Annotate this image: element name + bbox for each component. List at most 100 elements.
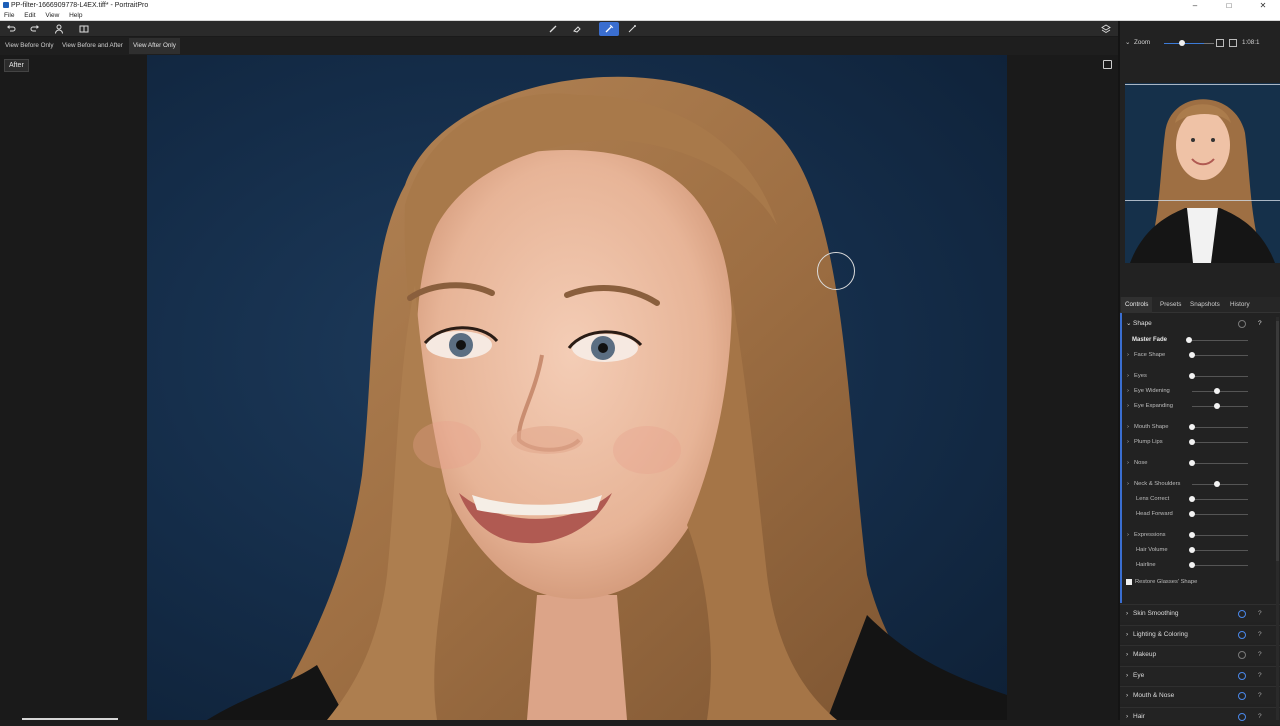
help-icon[interactable]: ? [1258,605,1262,623]
slider-track[interactable] [1192,463,1248,464]
slider-row-neck-shoulders[interactable]: › Neck & Shoulders [1120,478,1280,490]
chevron-right-icon[interactable]: › [1127,349,1129,361]
chevron-right-icon[interactable]: › [1126,626,1128,644]
slider-row-hair-volume[interactable]: Hair Volume [1120,544,1280,556]
tab-view-after-only[interactable]: View After Only [129,38,180,54]
tab-controls[interactable]: Controls [1121,297,1153,313]
chevron-right-icon[interactable]: › [1127,400,1129,412]
zoom-actual-size-icon[interactable] [1229,39,1237,47]
slider-row-master-fade[interactable]: Master Fade [1120,334,1280,346]
help-icon[interactable]: ? [1258,667,1262,685]
panel-scrollbar-thumb[interactable] [1276,321,1279,561]
tab-presets[interactable]: Presets [1156,297,1185,313]
slider-row-nose[interactable]: › Nose [1120,457,1280,469]
slider-track[interactable] [1192,484,1248,485]
chevron-down-icon[interactable]: ⌄ [1125,37,1130,49]
slider-track[interactable] [1192,499,1248,500]
slider-knob[interactable] [1188,460,1195,466]
slider-knob[interactable] [1188,532,1195,538]
chevron-right-icon[interactable]: › [1127,385,1129,397]
help-icon[interactable]: ? [1258,708,1262,726]
slider-knob[interactable] [1214,403,1220,409]
undo-icon[interactable] [3,22,19,36]
redo-icon[interactable] [27,22,43,36]
slider-row-eye-expanding[interactable]: › Eye Expanding [1120,400,1280,412]
chevron-right-icon[interactable]: › [1126,646,1128,664]
slider-row-head-forward[interactable]: Head Forward [1120,508,1280,520]
power-toggle-icon[interactable] [1238,651,1246,659]
slider-row-lens-correct[interactable]: Lens Correct [1120,493,1280,505]
tab-view-before-and-after[interactable]: View Before and After [58,38,127,54]
slider-row-hairline[interactable]: Hairline [1120,559,1280,571]
chevron-right-icon[interactable]: › [1127,370,1129,382]
slider-row-expressions[interactable]: › Expressions [1120,529,1280,541]
chevron-right-icon[interactable]: › [1126,708,1128,726]
compare-icon[interactable] [76,22,92,36]
zoom-fit-icon[interactable] [1216,39,1224,47]
section-skin-smoothing[interactable]: › Skin Smoothing? [1120,604,1280,622]
slider-track[interactable] [1192,442,1248,443]
slider-knob[interactable] [1214,481,1220,487]
section-lighting-coloring[interactable]: › Lighting & Coloring? [1120,625,1280,643]
tab-view-before-only[interactable]: View Before Only [1,38,58,54]
slider-knob[interactable] [1188,424,1195,430]
slider-track[interactable] [1192,376,1248,377]
portrait-photo[interactable] [147,55,1007,720]
help-icon[interactable]: ? [1258,646,1262,664]
power-toggle-icon[interactable] [1238,692,1246,700]
slider-knob[interactable] [1186,337,1192,343]
slider-track[interactable] [1192,565,1248,566]
power-toggle-icon[interactable] [1238,631,1246,639]
pen-icon[interactable] [624,22,640,36]
slider-knob[interactable] [1188,373,1195,379]
restore-glasses-checkbox[interactable]: Restore Glasses' Shape [1126,577,1276,587]
zoom-slider-rest[interactable] [1204,43,1214,44]
tab-history[interactable]: History [1226,297,1254,313]
slider-track[interactable] [1192,355,1248,356]
close-button[interactable]: ✕ [1246,0,1280,11]
power-toggle-icon[interactable] [1238,672,1246,680]
shape-reset-icon[interactable] [1238,320,1246,328]
chevron-right-icon[interactable]: › [1126,687,1128,705]
section-mouth-nose[interactable]: › Mouth & Nose? [1120,686,1280,704]
menu-edit[interactable]: Edit [24,11,35,21]
slider-knob[interactable] [1188,352,1195,358]
layers-icon[interactable] [1098,22,1114,36]
slider-row-mouth-shape[interactable]: › Mouth Shape [1120,421,1280,433]
slider-knob[interactable] [1188,562,1195,568]
menu-file[interactable]: File [4,11,14,21]
chevron-right-icon[interactable]: › [1126,605,1128,623]
slider-track[interactable] [1192,340,1248,341]
slider-track[interactable] [1192,427,1248,428]
chevron-right-icon[interactable]: › [1127,436,1129,448]
zoom-slider-knob[interactable] [1179,40,1185,46]
tab-snapshots[interactable]: Snapshots [1186,297,1224,313]
shape-help-icon[interactable]: ? [1258,317,1262,331]
slider-row-eyes[interactable]: › Eyes [1120,370,1280,382]
slider-track[interactable] [1192,406,1248,407]
person-icon[interactable] [51,22,67,36]
slider-row-face-shape[interactable]: › Face Shape [1120,349,1280,361]
brush-icon[interactable] [545,22,561,36]
wand-brush-icon[interactable] [599,22,619,36]
help-icon[interactable]: ? [1258,687,1262,705]
section-makeup[interactable]: › Makeup? [1120,645,1280,663]
slider-track[interactable] [1192,391,1248,392]
fit-to-window-icon[interactable] [1103,60,1112,69]
section-hair[interactable]: › Hair? [1120,707,1280,725]
menu-help[interactable]: Help [69,11,82,21]
chevron-right-icon[interactable]: › [1127,421,1129,433]
maximize-button[interactable]: □ [1212,0,1246,11]
navigator-thumbnail[interactable] [1125,83,1280,263]
slider-knob[interactable] [1214,388,1220,394]
slider-knob[interactable] [1188,547,1195,553]
shape-section-header[interactable]: ⌄ Shape ? [1120,317,1280,331]
menu-view[interactable]: View [45,11,59,21]
power-toggle-icon[interactable] [1238,610,1246,618]
help-icon[interactable]: ? [1258,626,1262,644]
chevron-right-icon[interactable]: › [1127,529,1129,541]
slider-track[interactable] [1192,514,1248,515]
slider-row-plump-lips[interactable]: › Plump Lips [1120,436,1280,448]
chevron-right-icon[interactable]: › [1127,457,1129,469]
slider-knob[interactable] [1188,439,1195,445]
